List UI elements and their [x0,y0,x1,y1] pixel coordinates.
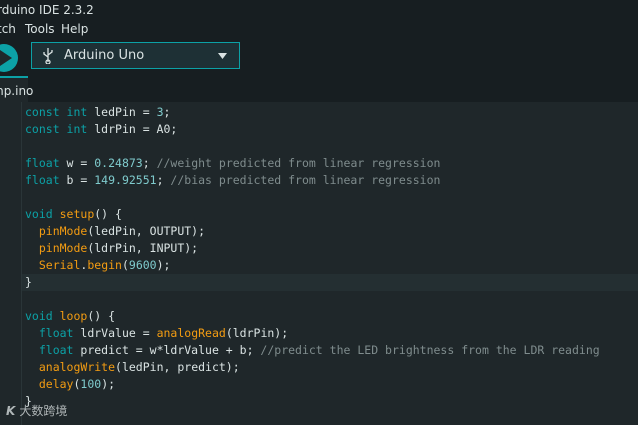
code-token: analogWrite [38,360,116,374]
tab-sketch-file[interactable]: mp.ino [0,76,33,102]
code-token: b = [66,173,95,187]
code-line[interactable]: void loop() { [25,308,638,325]
code-token: ( [121,258,129,272]
code-token: (ldrPin); [225,326,289,340]
tab-bar: mp.ino [0,76,638,102]
code-token: float [38,343,81,357]
code-line[interactable]: const int ledPin = 3; [25,104,638,121]
code-line[interactable] [25,291,638,308]
code-token: const [25,122,67,136]
code-token: predict = w*ldrValue + b; [80,343,261,357]
line-gutter [0,102,22,425]
menu-tools[interactable]: Tools [25,20,55,39]
code-line[interactable]: delay(100); [25,376,638,393]
code-token: loop [59,309,88,323]
menu-help[interactable]: Help [61,20,88,39]
code-token: ; [163,105,171,119]
code-token: () { [87,309,116,323]
code-token: 3 [156,105,164,119]
code-token: (ledPin, predict); [115,360,240,374]
code-line[interactable]: float w = 0.24873; //weight predicted fr… [25,155,638,172]
board-selector[interactable]: Arduino Uno [31,42,240,69]
code-line[interactable]: const int ldrPin = A0; [25,121,638,138]
code-line[interactable]: void setup() { [25,206,638,223]
tab-label: mp.ino [0,84,34,98]
code-token: ldrPin = A0; [94,122,178,136]
code-token: setup [59,207,95,221]
code-token: Serial [38,258,81,272]
code-line[interactable]: pinMode(ledPin, OUTPUT); [25,223,638,240]
code-token: 100 [80,377,102,391]
code-token: void [25,309,60,323]
code-line[interactable] [25,189,638,206]
code-editor[interactable]: const int ledPin = 3; const int ldrPin = … [0,102,638,425]
code-token: 9600 [128,258,157,272]
watermark-text: 大数跨境 [19,404,68,418]
code-token: int [66,122,95,136]
menu-sketch[interactable]: tch [0,20,16,39]
code-line[interactable]: float predict = w*ldrValue + b; //predic… [25,342,638,359]
watermark: K 大数跨境 [6,402,67,419]
code-token: (ldrPin, INPUT); [87,241,199,255]
code-token: ldrValue = [80,326,157,340]
code-token: pinMode [38,224,88,238]
code-token: float [25,156,67,170]
code-token: ); [156,258,171,272]
play-arrow-icon [0,50,12,66]
watermark-logo: K [6,404,16,418]
upload-button[interactable] [0,44,18,72]
code-line[interactable]: } [22,274,638,291]
code-token: 149.92551 [94,173,157,187]
code-token: ); [101,377,116,391]
code-token: ledPin = [94,105,157,119]
code-line[interactable]: } [25,393,638,410]
code-token: 0.24873 [94,156,143,170]
code-token: int [66,105,95,119]
code-token: begin [87,258,122,272]
code-area[interactable]: const int ledPin = 3; const int ldrPin = … [22,104,638,410]
code-token: void [25,207,60,221]
code-token: float [25,173,67,187]
code-token: const [25,105,67,119]
code-token: //bias predicted from linear regression [170,173,441,187]
code-token: ; [156,173,171,187]
code-token: () { [94,207,122,221]
code-line[interactable]: float b = 149.92551; //bias predicted fr… [25,172,638,189]
code-token: //predict the LED brightness from the LD… [260,343,600,357]
code-token: ; [142,156,157,170]
toolbar: Arduino Uno [0,39,638,76]
code-line[interactable]: analogWrite(ledPin, predict); [25,359,638,376]
board-label: Arduino Uno [64,48,145,63]
menu-bar: tch Tools Help [0,20,638,39]
code-line[interactable]: float ldrValue = analogRead(ldrPin); [25,325,638,342]
code-line[interactable] [25,138,638,155]
code-line[interactable]: Serial.begin(9600); [25,257,638,274]
code-token: } [25,275,32,289]
caret-down-icon [218,53,227,59]
code-line[interactable]: pinMode(ldrPin, INPUT); [25,240,638,257]
title-bar: rduino IDE 2.3.2 [0,0,638,20]
code-token: pinMode [38,241,88,255]
code-token: float [38,326,81,340]
code-token: delay [38,377,74,391]
code-token: (ledPin, OUTPUT); [87,224,206,238]
usb-icon [43,48,53,64]
code-token: //weight predicted from linear regressio… [156,156,441,170]
code-token: analogRead [156,326,226,340]
window-title: rduino IDE 2.3.2 [0,3,94,17]
code-token: w = [66,156,95,170]
